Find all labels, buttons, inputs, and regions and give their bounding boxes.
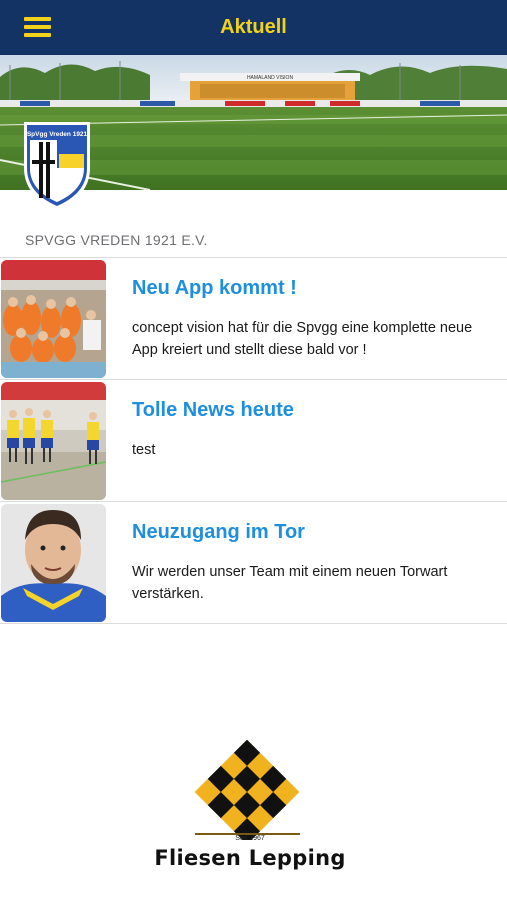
news-thumbnail-team-celebration — [1, 260, 106, 378]
sponsor-logo-graphic — [194, 739, 300, 845]
news-thumbnail-players-hall — [1, 382, 106, 500]
news-item[interactable]: Neuzugang im Tor Wir werden unser Team m… — [0, 502, 507, 624]
svg-text:SpVgg Vreden 1921: SpVgg Vreden 1921 — [27, 131, 88, 138]
sponsor-name: Fliesen Lepping — [154, 846, 346, 870]
news-item[interactable]: Tolle News heute test — [0, 380, 507, 502]
sponsor-logo-fliesen-lepping[interactable]: Seit 1967 Fliesen Lepping — [150, 739, 360, 880]
news-text: test — [132, 442, 156, 458]
stadium-sign-text: HAMALAND VISION — [247, 75, 294, 81]
club-name-label: SPVGG VREDEN 1921 E.V. — [25, 232, 208, 248]
page-title: Aktuell — [220, 16, 287, 38]
news-text: concept vision hat für die Spvgg eine ko… — [132, 320, 473, 358]
news-item[interactable]: Neu App kommt ! concept vision hat für d… — [0, 258, 507, 380]
news-thumbnail-goalkeeper-portrait — [1, 504, 106, 622]
club-crest-logo: SpVgg Vreden 1921 — [20, 120, 94, 212]
news-text: Wir werden unser Team mit einem neuen To… — [132, 564, 448, 602]
top-navigation-bar: Aktuell — [0, 0, 507, 55]
news-title: Neu App kommt ! — [132, 277, 297, 299]
news-title: Tolle News heute — [132, 399, 294, 421]
news-title: Neuzugang im Tor — [132, 521, 305, 543]
sponsor-since-label: Seit 1967 — [235, 835, 265, 842]
news-list: Neu App kommt ! concept vision hat für d… — [0, 257, 507, 624]
